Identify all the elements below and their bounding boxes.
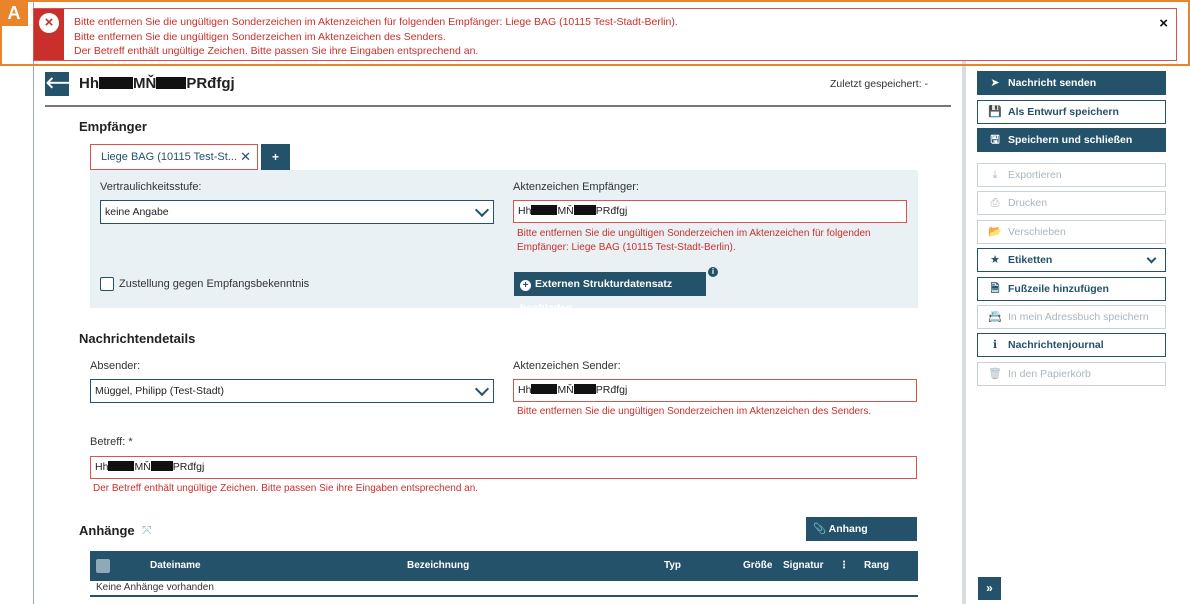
move-button[interactable]: 📂 Verschieben [977, 220, 1166, 244]
paperclip-icon: 📎 [813, 523, 827, 535]
redacted-block [573, 205, 596, 215]
subject-error: Der Betreff enthält ungültige Zeichen. B… [93, 483, 479, 494]
recipient-file-number-input[interactable]: Hh MŇ PRđfgj [513, 200, 907, 223]
folder-icon: 📂 [988, 226, 1002, 238]
page-left-border [33, 0, 34, 604]
confidentiality-label: Vertraulichkeitsstufe: [100, 181, 202, 193]
sender-file-number-input[interactable]: Hh MŇ PRđfgj [513, 379, 917, 402]
content-sidebar-divider [962, 60, 966, 604]
move-to-trash-button[interactable]: 🗑 In den Papierkorb [977, 362, 1166, 386]
recipients-heading: Empfänger [79, 119, 147, 134]
error-message-subject: Der Betreff enthält ungültige Zeichen. B… [74, 45, 479, 57]
close-icon[interactable]: × [1159, 15, 1168, 32]
recipient-file-number-label: Aktenzeichen Empfänger: [513, 181, 639, 193]
star-icon: ★ [990, 254, 1000, 266]
column-filename[interactable]: Dateiname [150, 560, 201, 571]
sender-select[interactable]: Müggel, Philipp (Test-Stadt) [90, 379, 494, 403]
upload-structured-data-button[interactable]: + Externen Strukturdatensatz hochladen [514, 272, 706, 314]
redacted-block [150, 461, 173, 471]
select-all-checkbox[interactable] [96, 559, 110, 573]
send-icon: ➤ [990, 77, 1000, 89]
remove-recipient-icon[interactable]: ✕ [240, 149, 251, 165]
add-attachment-button[interactable]: 📎 Anhang hinzufügen [806, 517, 917, 559]
floppy-icon: 💾 [988, 106, 1002, 118]
redacted-block [156, 77, 187, 89]
attachments-table-header: Dateiname Bezeichnung Typ Größe Signatur… [90, 551, 918, 581]
expand-icon[interactable]: ⤧ [142, 523, 152, 538]
annotation-marker: A [0, 0, 28, 26]
sender-label: Absender: [90, 360, 141, 372]
double-chevron-right-icon: » [986, 581, 993, 595]
redacted-block [531, 384, 558, 394]
delivery-receipt-checkbox[interactable] [100, 277, 114, 291]
delivery-receipt-label: Zustellung gegen Empfangsbekenntnis [119, 278, 310, 290]
column-type[interactable]: Typ [664, 560, 681, 571]
details-heading: Nachrichtendetails [79, 331, 196, 346]
document-icon: 🗎 [990, 283, 1000, 295]
redacted-block [108, 461, 135, 471]
info-icon: ℹ [992, 339, 998, 351]
addressbook-icon: 📇 [988, 311, 1002, 323]
export-button[interactable]: ⤓ Exportieren [977, 163, 1166, 187]
column-signature[interactable]: Signatur [783, 560, 824, 571]
send-message-button[interactable]: ➤ Nachricht senden [977, 71, 1166, 95]
chevron-down-icon [1146, 253, 1157, 264]
chevron-down-icon [474, 381, 490, 397]
error-icon: × [39, 13, 59, 33]
redacted-block [531, 205, 558, 215]
error-message-sender: Bitte entfernen Sie die ungültigen Sonde… [74, 30, 446, 43]
trash-icon: 🗑 [988, 368, 1002, 380]
column-description[interactable]: Bezeichnung [407, 560, 469, 571]
add-recipient-button[interactable]: + [261, 144, 290, 170]
sender-file-number-error: Bitte entfernen Sie die ungültigen Sonde… [517, 406, 872, 417]
info-icon[interactable]: i [708, 267, 718, 277]
save-draft-button[interactable]: 💾 Als Entwurf speichern [977, 100, 1166, 124]
plus-circle-icon: + [520, 280, 531, 291]
save-to-addressbook-button[interactable]: 📇 In mein Adressbuch speichern [977, 305, 1166, 329]
subject-input[interactable]: Hh MŇ PRđfgj [90, 456, 917, 479]
error-banner: × Bitte entfernen Sie die ungültigen Son… [33, 8, 1177, 61]
header-divider [45, 105, 951, 107]
recipient-file-number-error: Bitte entfernen Sie die ungültigen Sonde… [517, 228, 871, 253]
page-title: Hh MŇ PRđfgj [79, 75, 235, 92]
column-rank[interactable]: Rang [864, 560, 889, 571]
column-size[interactable]: Größe [743, 560, 772, 571]
confidentiality-select[interactable]: keine Angabe [100, 200, 494, 224]
save-and-close-button[interactable]: 🖫 Speichern und schließen [977, 128, 1166, 152]
sender-file-number-label: Aktenzeichen Sender: [513, 360, 621, 372]
message-journal-button[interactable]: ℹ Nachrichtenjournal [977, 333, 1166, 357]
attachments-empty-row: Keine Anhänge vorhanden [90, 581, 918, 597]
error-strip: × [34, 9, 64, 60]
print-button[interactable]: ⎙ Drucken [977, 191, 1166, 215]
error-messages: Bitte entfernen Sie die ungültigen Sonde… [74, 15, 678, 59]
printer-icon: ⎙ [990, 197, 1000, 209]
redacted-block [99, 77, 133, 89]
recipient-tab-label: Liege BAG (10115 Test-St... [101, 151, 237, 163]
subject-label: Betreff: * [90, 436, 133, 448]
error-message-recipient: Bitte entfernen Sie die ungültigen Sonde… [74, 16, 678, 28]
download-icon: ⤓ [992, 169, 998, 181]
save-close-icon: 🖫 [990, 134, 1000, 146]
collapse-sidebar-button[interactable]: » [978, 577, 1001, 600]
labels-dropdown[interactable]: ★ Etiketten [977, 248, 1166, 272]
chevron-down-icon [474, 202, 490, 218]
column-menu-icon[interactable]: ⋮ [839, 560, 849, 571]
add-footer-button[interactable]: 🗎 Fußzeile hinzufügen [977, 277, 1166, 301]
recipient-tab[interactable]: Liege BAG (10115 Test-St... ✕ [90, 144, 258, 170]
last-saved-status: Zuletzt gespeichert: - [830, 78, 929, 90]
redacted-block [573, 384, 596, 394]
back-button[interactable]: 🡐 [45, 72, 88, 96]
attachments-heading: Anhänge [79, 523, 135, 538]
